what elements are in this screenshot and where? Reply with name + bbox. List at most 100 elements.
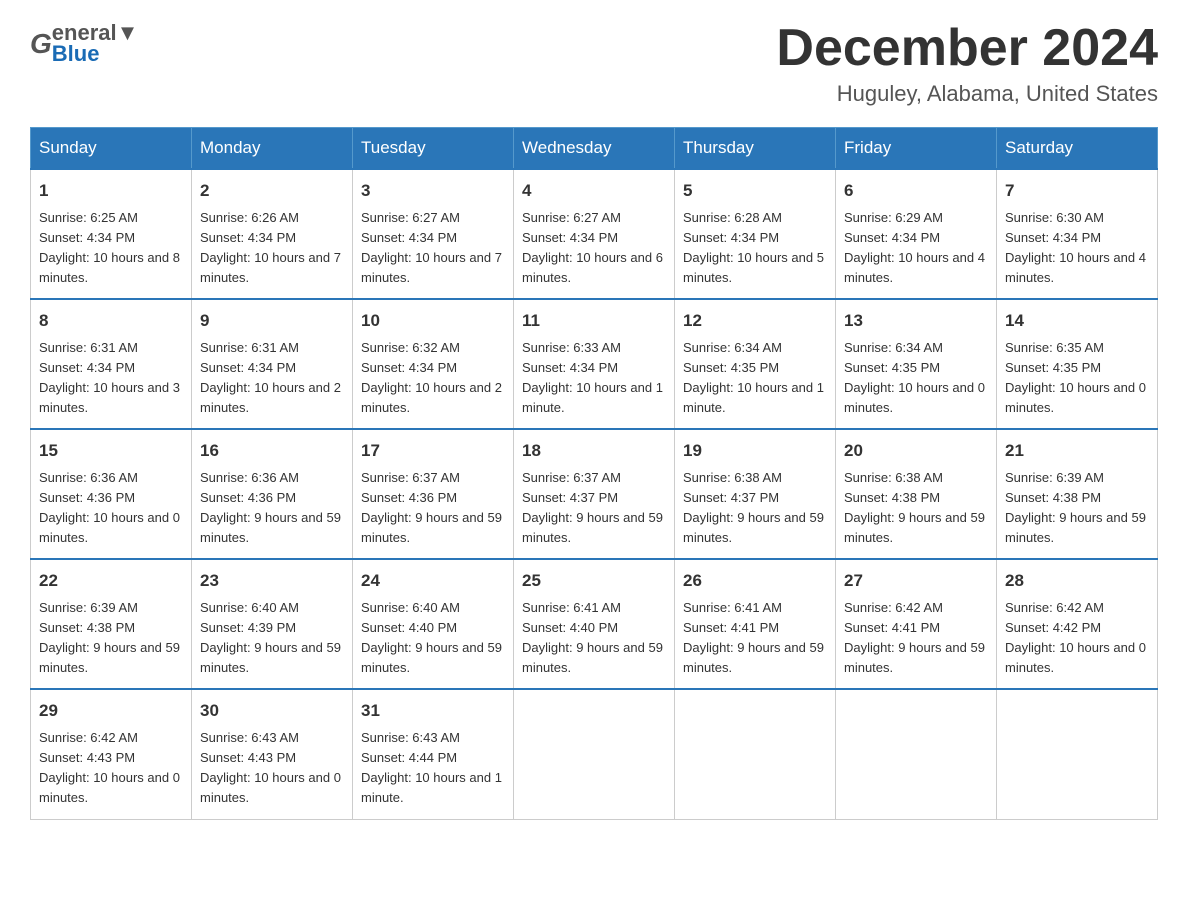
logo: G eneral▼ Blue [30,20,138,67]
day-number: 4 [522,178,666,204]
day-number: 10 [361,308,505,334]
day-number: 31 [361,698,505,724]
day-info: Sunrise: 6:41 AMSunset: 4:40 PMDaylight:… [522,600,663,675]
calendar-day-header: Friday [836,128,997,170]
calendar-day-cell [675,689,836,819]
calendar-day-cell: 10 Sunrise: 6:32 AMSunset: 4:34 PMDayligh… [353,299,514,429]
day-info: Sunrise: 6:33 AMSunset: 4:34 PMDaylight:… [522,340,663,415]
day-number: 16 [200,438,344,464]
day-info: Sunrise: 6:30 AMSunset: 4:34 PMDaylight:… [1005,210,1146,285]
calendar-day-cell [836,689,997,819]
day-info: Sunrise: 6:43 AMSunset: 4:43 PMDaylight:… [200,730,341,805]
calendar-week-row: 22 Sunrise: 6:39 AMSunset: 4:38 PMDayligh… [31,559,1158,689]
calendar-day-cell: 11 Sunrise: 6:33 AMSunset: 4:34 PMDayligh… [514,299,675,429]
logo-g-letter: G [30,28,52,60]
calendar-day-cell: 7 Sunrise: 6:30 AMSunset: 4:34 PMDaylight… [997,169,1158,299]
day-number: 27 [844,568,988,594]
calendar-week-row: 29 Sunrise: 6:42 AMSunset: 4:43 PMDayligh… [31,689,1158,819]
calendar-day-cell: 21 Sunrise: 6:39 AMSunset: 4:38 PMDayligh… [997,429,1158,559]
calendar-day-cell: 23 Sunrise: 6:40 AMSunset: 4:39 PMDayligh… [192,559,353,689]
day-number: 23 [200,568,344,594]
calendar-day-cell [514,689,675,819]
day-info: Sunrise: 6:35 AMSunset: 4:35 PMDaylight:… [1005,340,1146,415]
calendar-header-row: SundayMondayTuesdayWednesdayThursdayFrid… [31,128,1158,170]
day-info: Sunrise: 6:25 AMSunset: 4:34 PMDaylight:… [39,210,180,285]
day-number: 21 [1005,438,1149,464]
calendar-table: SundayMondayTuesdayWednesdayThursdayFrid… [30,127,1158,819]
day-number: 22 [39,568,183,594]
calendar-day-cell: 13 Sunrise: 6:34 AMSunset: 4:35 PMDayligh… [836,299,997,429]
day-number: 7 [1005,178,1149,204]
calendar-week-row: 1 Sunrise: 6:25 AMSunset: 4:34 PMDaylight… [31,169,1158,299]
calendar-day-cell: 17Sunrise: 6:37 AMSunset: 4:36 PMDayligh… [353,429,514,559]
calendar-day-cell: 14 Sunrise: 6:35 AMSunset: 4:35 PMDayligh… [997,299,1158,429]
calendar-day-cell: 30 Sunrise: 6:43 AMSunset: 4:43 PMDayligh… [192,689,353,819]
calendar-day-cell: 24Sunrise: 6:40 AMSunset: 4:40 PMDayligh… [353,559,514,689]
day-info: Sunrise: 6:41 AMSunset: 4:41 PMDaylight:… [683,600,824,675]
calendar-day-cell: 28Sunrise: 6:42 AMSunset: 4:42 PMDayligh… [997,559,1158,689]
day-info: Sunrise: 6:40 AMSunset: 4:39 PMDaylight:… [200,600,341,675]
day-number: 1 [39,178,183,204]
day-number: 12 [683,308,827,334]
day-number: 15 [39,438,183,464]
day-info: Sunrise: 6:34 AMSunset: 4:35 PMDaylight:… [844,340,985,415]
calendar-day-cell [997,689,1158,819]
calendar-day-cell: 25Sunrise: 6:41 AMSunset: 4:40 PMDayligh… [514,559,675,689]
calendar-day-cell: 19 Sunrise: 6:38 AMSunset: 4:37 PMDayligh… [675,429,836,559]
calendar-week-row: 15 Sunrise: 6:36 AMSunset: 4:36 PMDayligh… [31,429,1158,559]
calendar-day-header: Saturday [997,128,1158,170]
day-number: 18 [522,438,666,464]
day-number: 28 [1005,568,1149,594]
day-info: Sunrise: 6:42 AMSunset: 4:43 PMDaylight:… [39,730,180,805]
calendar-day-cell: 27 Sunrise: 6:42 AMSunset: 4:41 PMDayligh… [836,559,997,689]
day-number: 19 [683,438,827,464]
calendar-day-cell: 1 Sunrise: 6:25 AMSunset: 4:34 PMDaylight… [31,169,192,299]
day-info: Sunrise: 6:36 AMSunset: 4:36 PMDaylight:… [39,470,180,545]
day-number: 11 [522,308,666,334]
day-number: 30 [200,698,344,724]
calendar-day-cell: 5 Sunrise: 6:28 AMSunset: 4:34 PMDaylight… [675,169,836,299]
day-info: Sunrise: 6:38 AMSunset: 4:38 PMDaylight:… [844,470,985,545]
day-info: Sunrise: 6:39 AMSunset: 4:38 PMDaylight:… [39,600,180,675]
calendar-day-cell: 8 Sunrise: 6:31 AMSunset: 4:34 PMDaylight… [31,299,192,429]
calendar-title: December 2024 [776,20,1158,77]
day-number: 13 [844,308,988,334]
day-info: Sunrise: 6:39 AMSunset: 4:38 PMDaylight:… [1005,470,1146,545]
calendar-day-header: Sunday [31,128,192,170]
day-info: Sunrise: 6:37 AMSunset: 4:36 PMDaylight:… [361,470,502,545]
logo-blue-text: Blue [52,41,139,67]
day-number: 6 [844,178,988,204]
day-number: 8 [39,308,183,334]
day-info: Sunrise: 6:29 AMSunset: 4:34 PMDaylight:… [844,210,985,285]
day-number: 20 [844,438,988,464]
page-header: G eneral▼ Blue December 2024 Huguley, Al… [30,20,1158,107]
day-info: Sunrise: 6:43 AMSunset: 4:44 PMDaylight:… [361,730,502,805]
calendar-day-cell: 6 Sunrise: 6:29 AMSunset: 4:34 PMDaylight… [836,169,997,299]
title-area: December 2024 Huguley, Alabama, United S… [776,20,1158,107]
day-info: Sunrise: 6:38 AMSunset: 4:37 PMDaylight:… [683,470,824,545]
day-info: Sunrise: 6:31 AMSunset: 4:34 PMDaylight:… [200,340,341,415]
day-number: 14 [1005,308,1149,334]
day-info: Sunrise: 6:42 AMSunset: 4:41 PMDaylight:… [844,600,985,675]
day-info: Sunrise: 6:32 AMSunset: 4:34 PMDaylight:… [361,340,502,415]
day-info: Sunrise: 6:31 AMSunset: 4:34 PMDaylight:… [39,340,180,415]
day-info: Sunrise: 6:28 AMSunset: 4:34 PMDaylight:… [683,210,824,285]
calendar-day-cell: 15 Sunrise: 6:36 AMSunset: 4:36 PMDayligh… [31,429,192,559]
calendar-day-cell: 29 Sunrise: 6:42 AMSunset: 4:43 PMDayligh… [31,689,192,819]
day-info: Sunrise: 6:36 AMSunset: 4:36 PMDaylight:… [200,470,341,545]
calendar-day-cell: 22 Sunrise: 6:39 AMSunset: 4:38 PMDayligh… [31,559,192,689]
day-number: 2 [200,178,344,204]
day-info: Sunrise: 6:26 AMSunset: 4:34 PMDaylight:… [200,210,341,285]
calendar-day-header: Monday [192,128,353,170]
calendar-day-cell: 9Sunrise: 6:31 AMSunset: 4:34 PMDaylight… [192,299,353,429]
day-number: 29 [39,698,183,724]
calendar-subtitle: Huguley, Alabama, United States [776,81,1158,107]
calendar-day-cell: 16 Sunrise: 6:36 AMSunset: 4:36 PMDayligh… [192,429,353,559]
calendar-day-header: Wednesday [514,128,675,170]
calendar-day-header: Tuesday [353,128,514,170]
day-number: 24 [361,568,505,594]
day-info: Sunrise: 6:27 AMSunset: 4:34 PMDaylight:… [522,210,663,285]
day-number: 5 [683,178,827,204]
day-info: Sunrise: 6:27 AMSunset: 4:34 PMDaylight:… [361,210,502,285]
calendar-day-cell: 3Sunrise: 6:27 AMSunset: 4:34 PMDaylight… [353,169,514,299]
